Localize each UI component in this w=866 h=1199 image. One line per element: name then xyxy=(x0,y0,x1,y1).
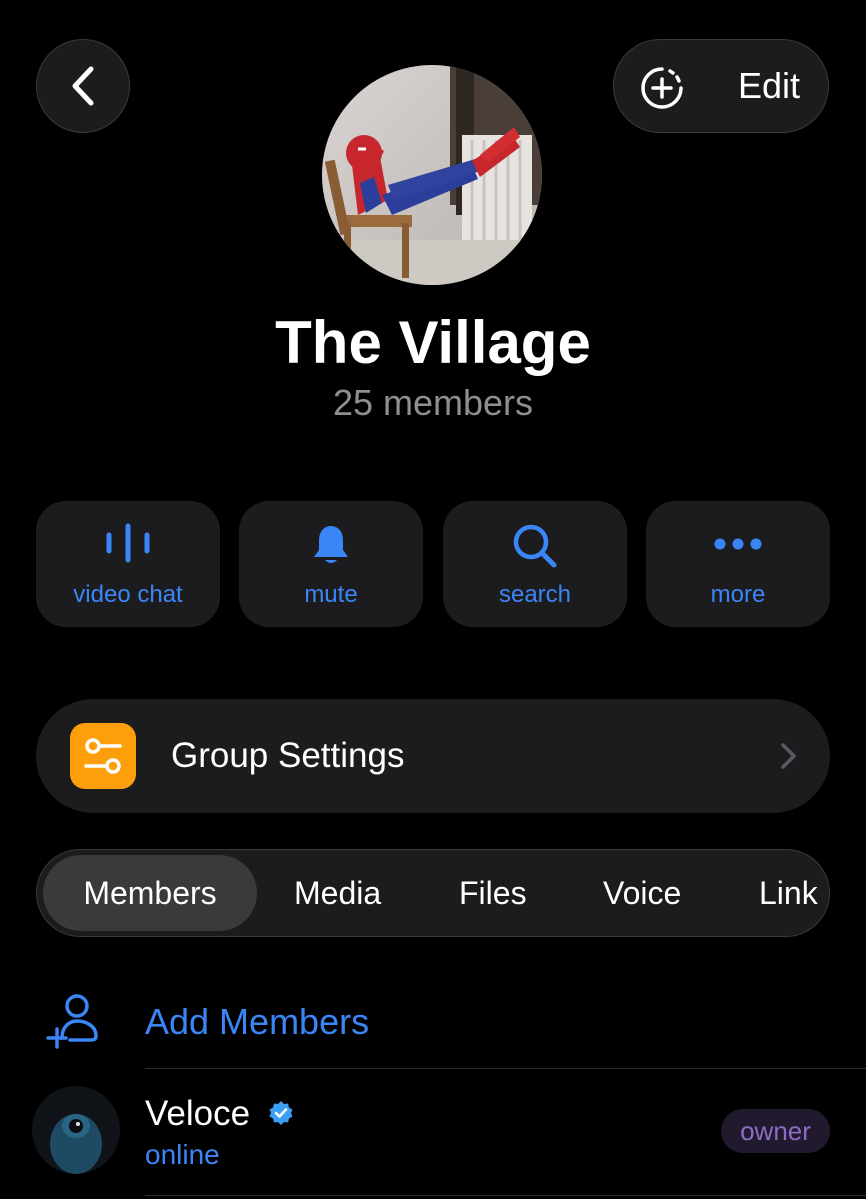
voice-wave-icon xyxy=(36,523,220,563)
group-title: The Village xyxy=(275,309,591,376)
group-settings-row[interactable]: Group Settings xyxy=(36,699,830,813)
role-badge: owner xyxy=(721,1109,830,1153)
edit-label: Edit xyxy=(738,65,801,106)
edit-button[interactable]: Edit xyxy=(613,39,829,133)
tab-links[interactable]: Link xyxy=(759,850,818,936)
tab-files[interactable]: Files xyxy=(459,850,527,936)
chevron-right-icon xyxy=(780,742,798,775)
group-settings-label: Group Settings xyxy=(171,736,405,775)
add-member-icon[interactable] xyxy=(46,992,100,1055)
divider xyxy=(145,1068,866,1069)
mute-button[interactable]: mute xyxy=(239,501,423,627)
video-chat-button[interactable]: video chat xyxy=(36,501,220,627)
bell-icon xyxy=(239,523,423,567)
divider xyxy=(145,1195,866,1196)
search-icon xyxy=(443,523,627,569)
sliders-icon xyxy=(70,723,136,789)
more-label: more xyxy=(710,581,766,608)
member-count: 25 members xyxy=(332,382,534,423)
tabs-fade xyxy=(817,850,829,936)
ellipsis-icon xyxy=(646,537,830,551)
tab-media[interactable]: Media xyxy=(294,850,381,936)
add-members-button[interactable]: Add Members xyxy=(145,1001,369,1043)
mute-label: mute xyxy=(304,581,358,608)
verified-badge-icon xyxy=(268,1100,294,1131)
tab-voice[interactable]: Voice xyxy=(603,850,681,936)
search-button[interactable]: search xyxy=(443,501,627,627)
member-name: Veloce xyxy=(145,1094,251,1133)
chevron-left-icon xyxy=(72,66,94,106)
member-status: online xyxy=(145,1139,220,1170)
search-label: search xyxy=(498,581,572,608)
back-button[interactable] xyxy=(36,39,130,133)
group-avatar[interactable] xyxy=(322,65,542,285)
more-button[interactable]: more xyxy=(646,501,830,627)
add-story-icon xyxy=(640,66,684,115)
video-chat-label: video chat xyxy=(73,581,183,608)
media-tabs: Members Media Files Voice Link xyxy=(36,849,830,937)
avatar[interactable] xyxy=(32,1086,120,1174)
tab-members[interactable]: Members xyxy=(43,855,257,931)
